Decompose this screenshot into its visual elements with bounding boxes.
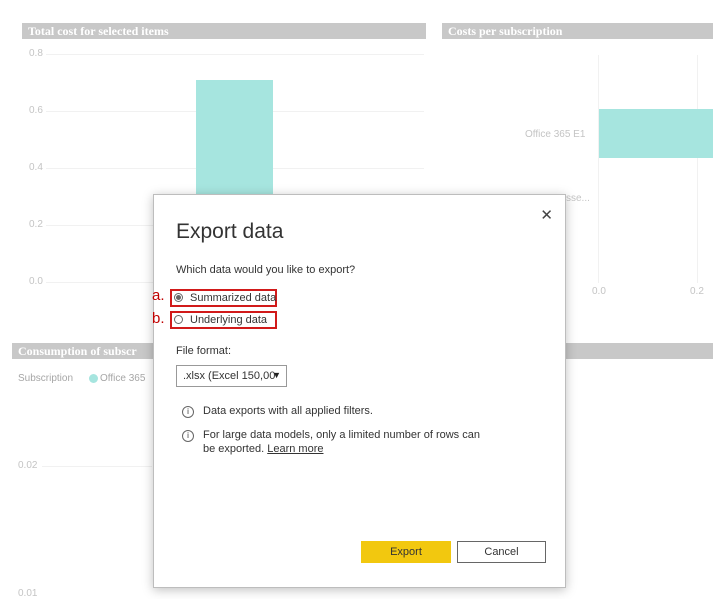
info-row-large-models: i For large data models, only a limited … bbox=[182, 428, 482, 456]
export-data-dialog: ✕ Export data Which data would you like … bbox=[152, 194, 566, 588]
y-tick-0.4: 0.4 bbox=[29, 162, 43, 173]
dialog-title: Export data bbox=[176, 220, 284, 243]
x-tick-0.0: 0.0 bbox=[592, 286, 606, 297]
file-format-label: File format: bbox=[176, 345, 232, 357]
annotation-marker-a: a. bbox=[152, 287, 165, 304]
panel-header-continuation bbox=[566, 343, 713, 359]
info-text-filters: Data exports with all applied filters. bbox=[203, 405, 373, 417]
annotation-marker-b: b. bbox=[152, 310, 165, 327]
export-question: Which data would you like to export? bbox=[176, 264, 356, 276]
info-row-filters: i Data exports with all applied filters. bbox=[182, 404, 373, 418]
gridline bbox=[46, 54, 424, 55]
radio-unselected-icon[interactable] bbox=[174, 315, 183, 324]
learn-more-link[interactable]: Learn more bbox=[267, 443, 323, 455]
panel-title-total-cost: Total cost for selected items bbox=[22, 23, 426, 39]
axis-line bbox=[598, 55, 599, 283]
y-tick-0.02: 0.02 bbox=[18, 460, 38, 471]
legend-title: Subscription bbox=[18, 373, 74, 384]
chevron-down-icon: ▼ bbox=[272, 370, 281, 380]
panel-title-consumption: Consumption of subscr bbox=[12, 343, 172, 359]
legend-swatch bbox=[89, 374, 98, 383]
info-icon: i bbox=[182, 406, 194, 418]
y-tick-0.6: 0.6 bbox=[29, 105, 43, 116]
y-tick-0.2: 0.2 bbox=[29, 219, 43, 230]
panel-title-costs-per-subscription: Costs per subscription bbox=[442, 23, 713, 39]
file-format-value: .xlsx (Excel 150,00 bbox=[183, 370, 276, 382]
x-tick-0.2: 0.2 bbox=[690, 286, 704, 297]
radio-label-underlying: Underlying data bbox=[190, 313, 268, 326]
gridline bbox=[42, 466, 152, 467]
y-tick-0.0: 0.0 bbox=[29, 276, 43, 287]
info-text-large-models: For large data models, only a limited nu… bbox=[203, 429, 480, 455]
cancel-button[interactable]: Cancel bbox=[457, 541, 546, 563]
radio-option-summarized[interactable]: Summarized data bbox=[174, 289, 276, 306]
file-format-select[interactable]: .xlsx (Excel 150,00 ▼ bbox=[176, 365, 287, 387]
subscription-bar-office-365-e1[interactable] bbox=[599, 109, 713, 158]
y-tick-0.8: 0.8 bbox=[29, 48, 43, 59]
info-icon: i bbox=[182, 430, 194, 442]
radio-selected-icon[interactable] bbox=[174, 293, 183, 302]
legend-item[interactable]: Office 365 bbox=[100, 373, 145, 384]
category-label-truncated: sse... bbox=[566, 193, 590, 204]
y-tick-0.01: 0.01 bbox=[18, 588, 38, 599]
radio-label-summarized: Summarized data bbox=[190, 291, 277, 304]
close-icon[interactable]: ✕ bbox=[540, 206, 553, 224]
category-label-office-365-e1: Office 365 E1 bbox=[525, 129, 586, 140]
radio-option-underlying[interactable]: Underlying data bbox=[174, 311, 267, 328]
gridline bbox=[697, 55, 698, 283]
export-button[interactable]: Export bbox=[361, 541, 451, 563]
